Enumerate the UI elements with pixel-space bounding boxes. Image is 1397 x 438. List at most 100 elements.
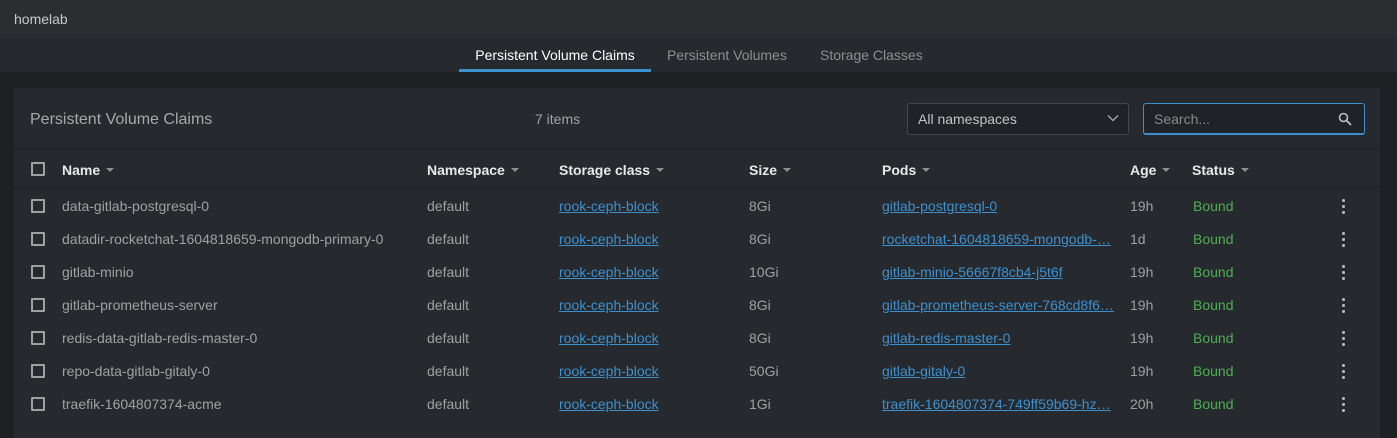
row-checkbox[interactable] [31,364,45,378]
search-box [1143,103,1365,135]
status-badge: Bound [1193,231,1234,247]
pvc-name: traefik-1604807374-acme [62,396,222,412]
table-row[interactable]: traefik-1604807374-acme default rook-cep… [14,387,1380,420]
column-header-size[interactable]: Size [749,162,792,178]
pvc-namespace: default [427,297,470,313]
dot [1342,205,1345,208]
dot [1342,376,1345,379]
row-menu-button[interactable] [1336,197,1352,215]
pvc-age: 20h [1130,396,1154,412]
row-menu-button[interactable] [1336,230,1352,248]
row-menu-button[interactable] [1336,296,1352,314]
table-row[interactable]: datadir-rocketchat-1604818659-mongodb-pr… [14,222,1380,255]
row-checkbox[interactable] [31,199,45,213]
table-row[interactable]: gitlab-prometheus-server default rook-ce… [14,288,1380,321]
dot [1342,232,1345,235]
pod-link[interactable]: rocketchat-1604818659-mongodb-… [882,231,1118,247]
tab-storage-classes[interactable]: Storage Classes [820,38,923,72]
pvc-panel: Persistent Volume Claims 7 items All nam… [14,88,1380,438]
row-checkbox[interactable] [31,298,45,312]
column-label: Status [1192,162,1235,178]
pod-link[interactable]: gitlab-postgresql-0 [882,198,1118,214]
panel-title: Persistent Volume Claims [30,111,213,128]
column-label: Name [62,162,101,178]
pod-link[interactable]: gitlab-redis-master-0 [882,330,1118,346]
pvc-age: 19h [1130,198,1154,214]
pvc-name: repo-data-gitlab-gitaly-0 [62,363,210,379]
tab-label: Persistent Volumes [667,47,787,63]
dot [1342,265,1345,268]
pod-link[interactable]: gitlab-prometheus-server-768cd8f6… [882,297,1118,313]
cluster-title: homelab [14,11,68,27]
dot [1342,403,1345,406]
search-icon[interactable] [1338,112,1352,126]
pvc-age: 19h [1130,330,1154,346]
pvc-namespace: default [427,231,470,247]
tab-persistent-volumes[interactable]: Persistent Volumes [667,38,787,72]
pvc-name: datadir-rocketchat-1604818659-mongodb-pr… [62,231,384,247]
storage-class-link[interactable]: rook-ceph-block [559,297,739,313]
tab-label: Persistent Volume Claims [475,47,635,63]
row-checkbox[interactable] [31,331,45,345]
row-menu-button[interactable] [1336,329,1352,347]
pvc-size: 8Gi [749,297,771,313]
pvc-namespace: default [427,264,470,280]
table-row[interactable]: data-gitlab-postgresql-0 default rook-ce… [14,189,1380,222]
pvc-namespace: default [427,198,470,214]
row-checkbox[interactable] [31,397,45,411]
pvc-age: 19h [1130,297,1154,313]
storage-class-link[interactable]: rook-ceph-block [559,363,739,379]
status-badge: Bound [1193,363,1234,379]
pvc-size: 50Gi [749,363,779,379]
namespace-select-value: All namespaces [918,111,1017,127]
row-menu-button[interactable] [1336,362,1352,380]
storage-class-link[interactable]: rook-ceph-block [559,264,739,280]
table-row[interactable]: repo-data-gitlab-gitaly-0 default rook-c… [14,354,1380,387]
sort-caret-icon [1240,168,1249,173]
column-header-name[interactable]: Name [62,162,115,178]
column-header-status[interactable]: Status [1192,162,1249,178]
dot [1342,271,1345,274]
namespace-select[interactable]: All namespaces [907,103,1129,135]
status-badge: Bound [1193,198,1234,214]
dot [1342,238,1345,241]
pvc-size: 8Gi [749,198,771,214]
row-menu-button[interactable] [1336,395,1352,413]
pod-link[interactable]: gitlab-minio-56667f8cb4-j5t6f [882,264,1118,280]
tab-persistent-volume-claims[interactable]: Persistent Volume Claims [459,38,651,72]
storage-class-link[interactable]: rook-ceph-block [559,198,739,214]
column-label: Size [749,162,778,178]
pod-link[interactable]: traefik-1604807374-749ff59b69-hz… [882,396,1118,412]
dot [1342,244,1345,247]
search-input[interactable] [1144,104,1334,133]
active-tab-indicator [459,69,651,72]
storage-class-link[interactable]: rook-ceph-block [559,330,739,346]
table-row[interactable]: redis-data-gitlab-redis-master-0 default… [14,321,1380,354]
storage-class-link[interactable]: rook-ceph-block [559,231,739,247]
select-all-checkbox[interactable] [31,162,45,176]
pvc-size: 1Gi [749,396,771,412]
storage-class-link[interactable]: rook-ceph-block [559,396,739,412]
status-badge: Bound [1193,264,1234,280]
items-count: 7 items [535,111,581,127]
dot [1342,364,1345,367]
pvc-name: redis-data-gitlab-redis-master-0 [62,330,258,346]
table-row[interactable]: gitlab-minio default rook-ceph-block 10G… [14,255,1380,288]
pod-link[interactable]: gitlab-gitaly-0 [882,363,1118,379]
row-menu-button[interactable] [1336,263,1352,281]
column-header-pods[interactable]: Pods [882,162,931,178]
pvc-namespace: default [427,363,470,379]
pvc-name: gitlab-minio [62,264,134,280]
column-header-age[interactable]: Age [1130,162,1171,178]
dot [1342,277,1345,280]
sort-caret-icon [783,168,792,173]
row-checkbox[interactable] [31,232,45,246]
column-header-namespace[interactable]: Namespace [427,162,519,178]
dot [1342,343,1345,346]
column-header-storage-class[interactable]: Storage class [559,162,665,178]
row-checkbox[interactable] [31,265,45,279]
column-label: Pods [882,162,917,178]
status-badge: Bound [1193,396,1234,412]
dot [1342,409,1345,412]
tab-label: Storage Classes [820,47,923,63]
